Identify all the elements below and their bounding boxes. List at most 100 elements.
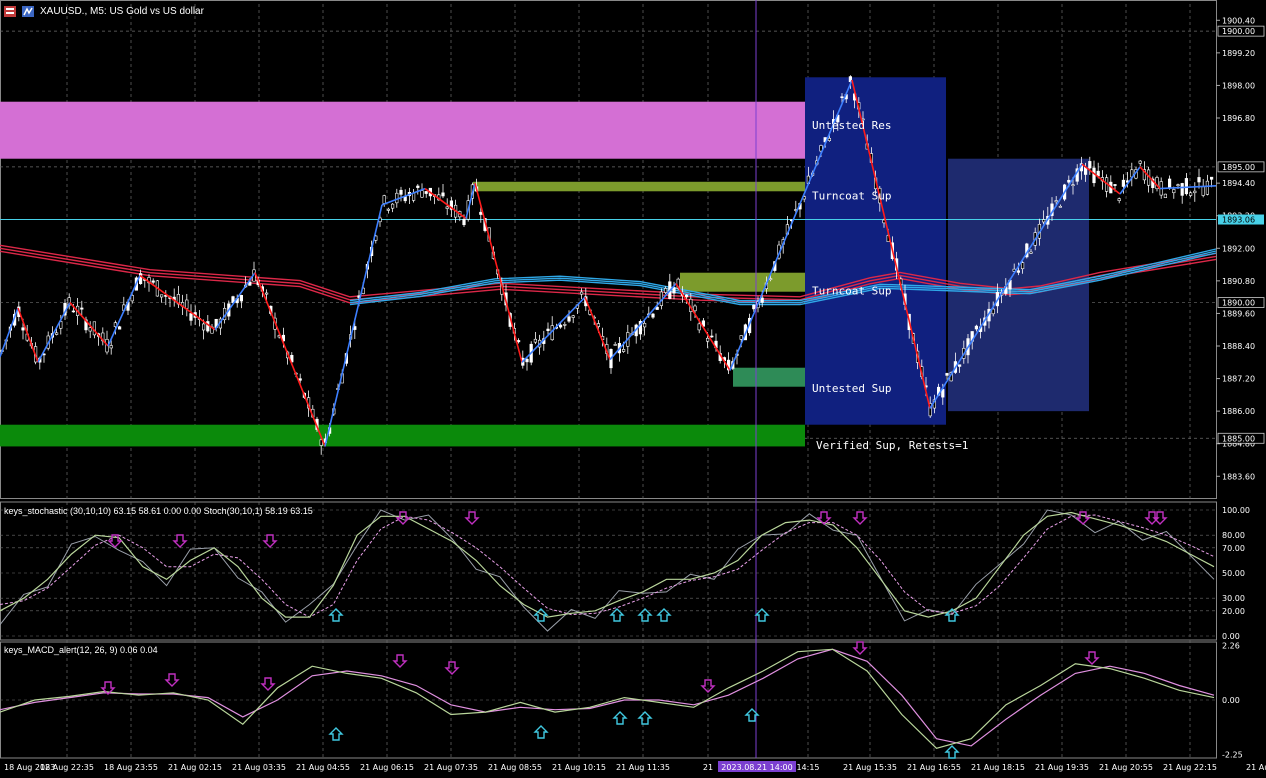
candle-body	[1029, 251, 1033, 254]
candle-body	[420, 190, 424, 198]
x-tick-label: 21 Aug 23:3	[1246, 763, 1266, 772]
y-tick-label: 1900.40	[1222, 16, 1255, 25]
candle-body	[1197, 177, 1201, 183]
zone-label: Verified Sup, Retests=1	[816, 439, 968, 452]
x-tick-label: 21 Aug 19:35	[1035, 763, 1089, 772]
candle-body	[462, 218, 466, 226]
candle-body	[239, 295, 244, 302]
candle-body	[768, 278, 773, 280]
macd-sell-arrow-icon	[852, 641, 868, 655]
chart-svg[interactable]: Untested Res Turncoat Sup Turncoat Sup Unte…	[0, 0, 1266, 774]
stoch-main-line	[0, 511, 1215, 618]
candle-body	[185, 299, 189, 309]
zone-resistance	[0, 101, 805, 159]
x-tick-label: 21 Aug 03:35	[232, 763, 286, 772]
chart-stage[interactable]: Untested Res Turncoat Sup Turncoat Sup Unte…	[0, 0, 1266, 774]
candle-body	[642, 323, 647, 328]
macd-buy-arrow-icon	[637, 711, 653, 725]
candle-body	[1121, 179, 1125, 187]
x-tick-label: 21 Aug 08:55	[488, 763, 542, 772]
chart-menu-icon[interactable]	[4, 5, 16, 17]
candle-body	[1193, 190, 1197, 194]
candle-body	[399, 189, 403, 195]
x-tick-label: 21 Aug 15:35	[843, 763, 897, 772]
x-tick-label: 21 Aug 06:15	[360, 763, 414, 772]
macd-sell-arrow-icon	[392, 654, 408, 668]
candle-body	[390, 203, 395, 209]
candle-body	[1042, 219, 1046, 223]
macd-y-label: 2.26	[1222, 641, 1240, 650]
candle-body	[416, 185, 420, 188]
zone-label: Turncoat Sup	[812, 189, 891, 202]
zigzag-segment	[254, 272, 326, 447]
stoch-sell-arrow-icon	[262, 534, 278, 548]
cursor-time-tag: 2023.08.21 14:00	[721, 763, 792, 772]
stoch-y-label: 50.00	[1222, 569, 1245, 578]
macd-sell-arrow-icon	[164, 673, 180, 687]
x-tick-label: 18 Aug 23:55	[104, 763, 158, 772]
candle-body	[395, 192, 399, 204]
candle-body	[1067, 179, 1071, 183]
candle-body	[1020, 262, 1025, 270]
x-tick-label: 21 Aug 18:15	[971, 763, 1025, 772]
candle-body	[663, 288, 668, 293]
candle-body	[596, 323, 600, 327]
stoch-panel-frame	[0, 501, 1217, 641]
candle-body	[525, 358, 529, 363]
chart-header: XAUUSD., M5: US Gold vs US dollar	[4, 4, 204, 18]
candle-body	[655, 306, 659, 310]
candle-body	[705, 337, 710, 342]
candle-body	[567, 316, 571, 322]
candle-body	[1092, 167, 1096, 184]
candle-body	[189, 313, 193, 321]
candle-body	[840, 96, 844, 99]
symbol-title: XAUUSD., M5: US Gold vs US dollar	[40, 5, 204, 17]
candle-body	[298, 378, 302, 381]
zone-label: Turncoat Sup	[812, 284, 891, 297]
stoch-sell-arrow-icon	[395, 511, 411, 525]
macd-signal-line	[0, 648, 1215, 747]
candle-body	[1163, 193, 1167, 198]
y-tick-label: 1898.00	[1222, 81, 1255, 90]
boxed-price-label: 1900.00	[1222, 27, 1255, 36]
macd-y-label: -2.25	[1222, 750, 1243, 759]
y-tick-label: 1888.40	[1222, 342, 1255, 351]
candle-body	[516, 340, 521, 343]
macd-title: keys_MACD_alert(12, 26, 9) 0.06 0.04	[4, 645, 158, 655]
current-price-tag: 1893.06	[1222, 216, 1255, 225]
boxed-price-label: 1895.00	[1222, 163, 1255, 172]
candle-body	[1113, 184, 1117, 186]
stoch-signal-line	[0, 514, 1215, 618]
candle-body	[109, 345, 113, 349]
candle-body	[118, 326, 122, 330]
zone-label: Untested Sup	[812, 382, 891, 395]
stoch-y-label: 100.00	[1222, 506, 1250, 515]
candle-body	[1189, 192, 1193, 196]
stoch-sell-arrow-icon	[464, 511, 480, 525]
zigzag-segment	[584, 296, 611, 360]
candle-body	[693, 305, 697, 312]
candle-body	[1176, 184, 1180, 186]
zigzag-segment	[107, 275, 141, 347]
candle-body	[672, 287, 676, 294]
stoch-sell-arrow-icon	[1152, 511, 1168, 525]
trading-icon[interactable]	[22, 5, 34, 17]
candle-body	[1117, 198, 1121, 201]
y-tick-label: 1899.20	[1222, 49, 1255, 58]
candle-body	[957, 364, 962, 367]
candle-body	[697, 323, 701, 331]
candle-body	[1184, 178, 1188, 195]
candle-body	[1088, 161, 1092, 169]
y-tick-label: 1892.00	[1222, 244, 1255, 253]
zigzag-segment	[37, 302, 71, 363]
x-tick-label: 21	[703, 763, 713, 772]
candle-body	[445, 206, 449, 209]
candle-body	[88, 327, 92, 332]
macd-main-line	[0, 648, 1215, 749]
candle-body	[571, 315, 575, 318]
candle-body	[1172, 189, 1176, 194]
candle-body	[21, 327, 25, 331]
zigzag-segment	[324, 204, 383, 447]
y-tick-label: 1890.80	[1222, 277, 1255, 286]
candle-body	[563, 324, 567, 326]
